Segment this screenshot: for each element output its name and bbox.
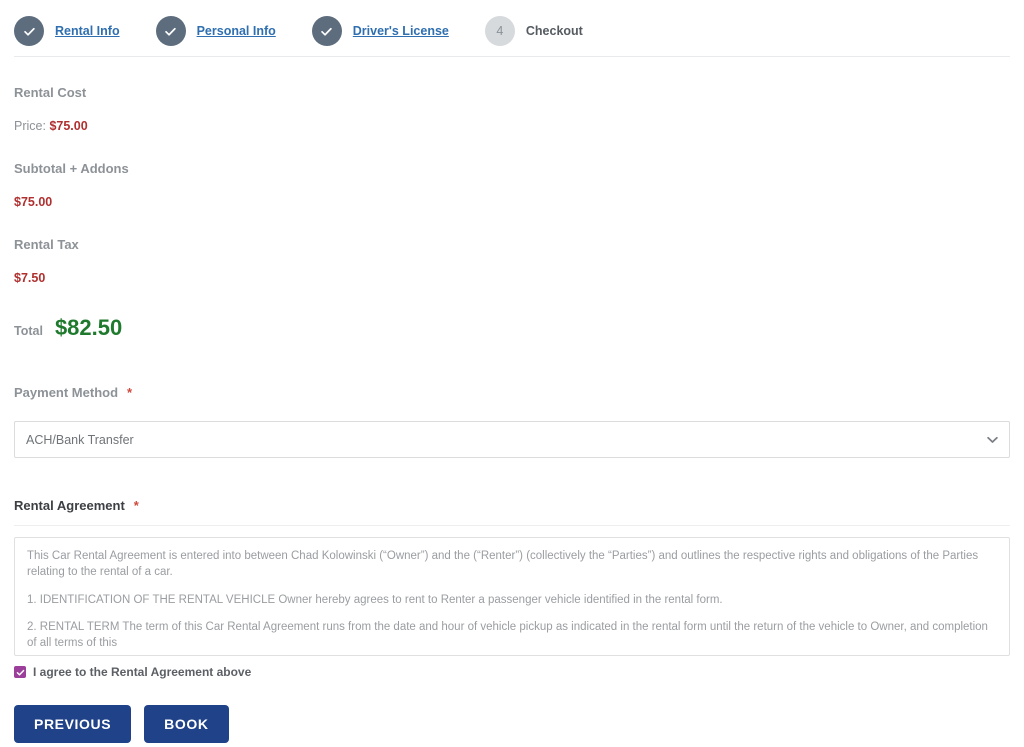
subtotal-heading: Subtotal + Addons [14,161,129,176]
agreement-consent-label[interactable]: I agree to the Rental Agreement above [33,665,251,679]
payment-required-asterisk: * [127,385,133,400]
subtotal-value: $75.00 [14,195,53,209]
total-row: Total $82.50 [14,315,1010,341]
rental-agreement-label: Rental Agreement * [14,498,1010,513]
book-button[interactable]: BOOK [144,705,229,743]
payment-method-select-wrap: ACH/Bank Transfer [14,421,1010,458]
agreement-consent-checkbox[interactable] [14,666,26,678]
step-checkout: 4 Checkout [484,16,583,46]
stepper-divider [14,56,1010,57]
rental-agreement-text-box[interactable]: This Car Rental Agreement is entered int… [14,537,1010,656]
price-row: Price: $75.00 [14,119,1010,133]
step-1-bubble [14,16,44,46]
rental-agreement-label-text: Rental Agreement [14,498,125,513]
step-drivers-license-label[interactable]: Driver's License [353,24,449,38]
checkout-stepper: Rental Info Personal Info Driver's Licen… [14,0,1010,56]
step-rental-info[interactable]: Rental Info [14,16,120,46]
check-icon [16,669,24,675]
step-rental-info-label[interactable]: Rental Info [55,24,120,38]
step-checkout-label: Checkout [525,24,583,38]
checkout-page: Rental Info Personal Info Driver's Licen… [0,0,1024,743]
total-value: $82.50 [54,315,123,340]
agreement-consent-row[interactable]: I agree to the Rental Agreement above [14,665,1010,679]
check-icon [165,27,176,36]
rental-cost-heading: Rental Cost [14,85,87,100]
check-icon [321,27,333,36]
agreement-paragraph: This Car Rental Agreement is entered int… [27,550,979,579]
step-drivers-license[interactable]: Driver's License [311,16,449,46]
agreement-required-asterisk: * [133,498,139,513]
step-personal-info[interactable]: Personal Info [155,16,276,46]
rental-agreement-divider [14,525,1010,526]
form-actions: PREVIOUS BOOK [14,705,1010,743]
agreement-paragraph: 1. IDENTIFICATION OF THE RENTAL VEHICLE … [27,593,723,606]
previous-button[interactable]: PREVIOUS [14,705,132,743]
step-4-number: 4 [496,23,504,38]
price-value: $75.00 [49,119,88,133]
total-label: Total [14,324,43,338]
price-label: Price: [14,119,46,133]
step-2-bubble [155,16,186,46]
step-3-bubble [311,16,342,46]
rental-tax-value: $7.50 [14,271,46,285]
agreement-paragraph: 2. RENTAL TERM The term of this Car Rent… [27,620,988,650]
step-4-bubble: 4 [484,16,515,46]
step-personal-info-label[interactable]: Personal Info [197,24,276,38]
rental-tax-heading: Rental Tax [14,237,79,252]
check-icon [23,27,35,36]
payment-method-label-text: Payment Method [14,385,119,400]
payment-method-select[interactable]: ACH/Bank Transfer [14,421,1010,458]
payment-method-label: Payment Method * [14,385,1010,400]
